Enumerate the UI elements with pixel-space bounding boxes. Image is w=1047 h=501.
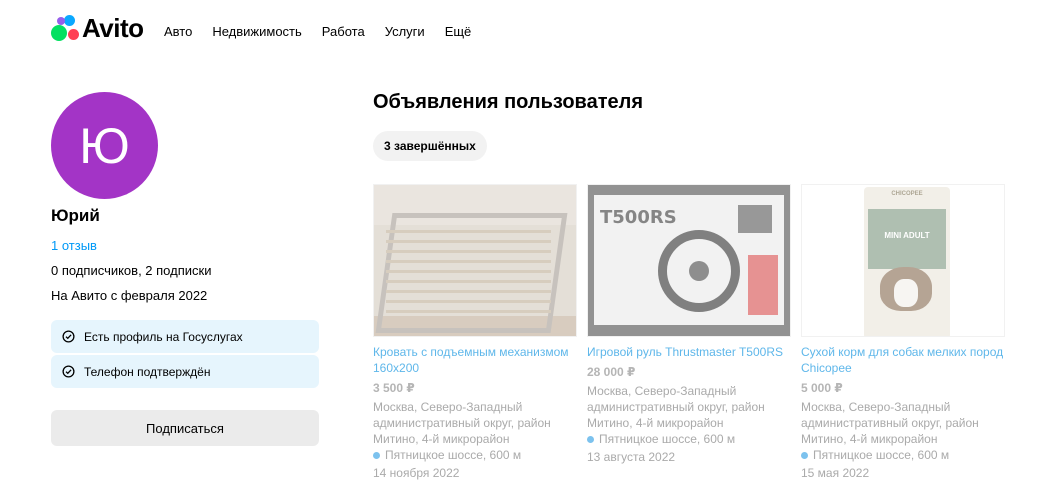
- listing-image-wheel[interactable]: T500RS: [587, 184, 791, 337]
- check-circle-icon: [62, 365, 75, 378]
- listing-metro: Пятницкое шоссе, 600 м: [801, 447, 1005, 463]
- listing-title[interactable]: Игровой руль Thrustmaster T500RS: [587, 344, 791, 360]
- header: Avito Авто Недвижимость Работа Услуги Ещ…: [0, 0, 1047, 64]
- subscriptions-count[interactable]: 0 подписчиков, 2 подписки: [51, 263, 211, 279]
- listing-price: 3 500 ₽: [373, 381, 415, 395]
- listing-image-bed[interactable]: [373, 184, 577, 337]
- listing-address: Москва, Северо-Западный административный…: [801, 400, 979, 446]
- nav-item-services[interactable]: Услуги: [385, 24, 425, 40]
- nav-item-realty[interactable]: Недвижимость: [212, 24, 301, 40]
- listing-metro: Пятницкое шоссе, 600 м: [587, 431, 791, 447]
- avatar: Ю: [51, 92, 158, 199]
- nav-item-auto[interactable]: Авто: [164, 24, 192, 40]
- listing-date: 14 ноября 2022: [373, 466, 460, 480]
- listing-price: 5 000 ₽: [801, 381, 843, 395]
- gosuslugi-badge: Есть профиль на Госуслугах: [51, 320, 319, 353]
- nav-item-jobs[interactable]: Работа: [322, 24, 365, 40]
- listing-price: 28 000 ₽: [587, 365, 636, 379]
- metro-dot-icon: [587, 435, 594, 443]
- nav-item-more[interactable]: Ещё: [445, 24, 472, 40]
- avito-logo-icon: [51, 14, 79, 42]
- main-nav: Авто Недвижимость Работа Услуги Ещё: [164, 24, 491, 40]
- metro-label: Пятницкое шоссе, 600 м: [599, 432, 736, 446]
- listing-date: 13 августа 2022: [587, 450, 676, 464]
- subscribe-button[interactable]: Подписаться: [51, 410, 319, 446]
- avito-logo[interactable]: Avito: [51, 14, 144, 42]
- listing-metro: Пятницкое шоссе, 600 м: [373, 447, 577, 463]
- listing-address: Москва, Северо-Западный административный…: [587, 384, 765, 430]
- listing-date: 15 мая 2022: [801, 466, 870, 480]
- listing-card[interactable]: T500RS Игровой руль Thrustmaster T500RS …: [587, 184, 791, 465]
- badge-label: Телефон подтверждён: [84, 364, 211, 379]
- check-circle-icon: [62, 330, 75, 343]
- phone-verified-badge: Телефон подтверждён: [51, 355, 319, 388]
- image-label-text: MINI ADULT: [884, 231, 930, 240]
- badge-label: Есть профиль на Госуслугах: [84, 329, 243, 344]
- metro-label: Пятницкое шоссе, 600 м: [385, 448, 522, 462]
- metro-dot-icon: [373, 451, 380, 459]
- member-since: На Авито с февраля 2022: [51, 288, 208, 303]
- metro-dot-icon: [801, 451, 808, 459]
- listing-card[interactable]: CHICOPEE MINI ADULT Сухой корм для собак…: [801, 184, 1005, 481]
- logo-text: Avito: [82, 13, 144, 43]
- image-brand-text: T500RS: [600, 207, 677, 228]
- listing-card[interactable]: Кровать с подъемным механизмом 160х200 3…: [373, 184, 577, 481]
- reviews-link[interactable]: 1 отзыв: [51, 238, 97, 254]
- metro-label: Пятницкое шоссе, 600 м: [813, 448, 950, 462]
- listing-title[interactable]: Сухой корм для собак мелких пород Chicop…: [801, 344, 1005, 376]
- image-brand-text: CHICOPEE: [891, 191, 923, 197]
- listing-address: Москва, Северо-Западный административный…: [373, 400, 551, 446]
- user-name: Юрий: [51, 206, 100, 225]
- section-title: Объявления пользователя: [373, 91, 643, 113]
- filter-chip-completed[interactable]: 3 завершённых: [373, 131, 487, 161]
- listing-title[interactable]: Кровать с подъемным механизмом 160х200: [373, 344, 577, 376]
- listing-image-dog-food[interactable]: CHICOPEE MINI ADULT: [801, 184, 1005, 337]
